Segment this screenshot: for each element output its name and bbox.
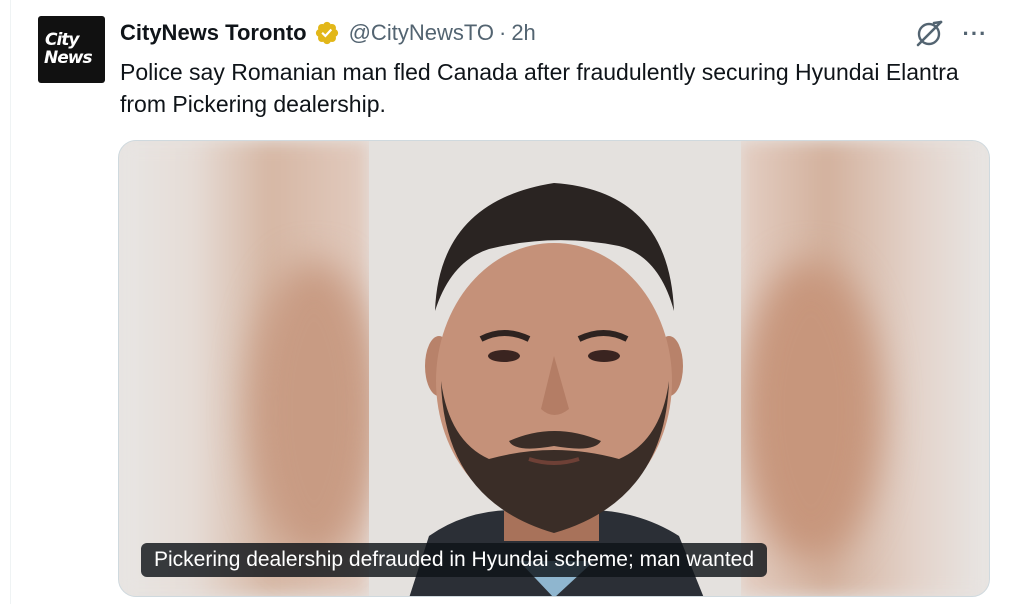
tweet-card[interactable]: City News CityNews Toronto @CityNewsTO ·… (0, 0, 1018, 604)
timestamp[interactable]: 2h (511, 20, 535, 46)
grok-icon (916, 20, 943, 47)
avatar[interactable]: City News (38, 16, 105, 83)
display-name[interactable]: CityNews Toronto (120, 20, 307, 46)
more-options-icon: ··· (962, 21, 988, 46)
logo-text-line1: City (45, 30, 80, 50)
verified-badge-icon[interactable] (314, 20, 340, 46)
media-blur-shape-left (249, 261, 379, 561)
tweet-header: CityNews Toronto @CityNewsTO · 2h (120, 18, 536, 48)
tweet-text: Police say Romanian man fled Canada afte… (120, 59, 959, 117)
more-options-button[interactable]: ··· (958, 17, 992, 51)
grok-button[interactable] (912, 17, 946, 51)
timeline-divider (10, 0, 11, 604)
citynews-logo: City News (38, 16, 105, 83)
media-blur-shape-right (741, 261, 881, 561)
logo-text-line2: News (44, 48, 93, 68)
tweet-media[interactable]: Pickering dealership defrauded in Hyunda… (118, 140, 990, 597)
media-caption: Pickering dealership defrauded in Hyunda… (141, 543, 768, 577)
suspect-photo (369, 141, 741, 596)
header-separator: · (498, 20, 507, 45)
account-handle[interactable]: @CityNewsTO (349, 20, 494, 46)
